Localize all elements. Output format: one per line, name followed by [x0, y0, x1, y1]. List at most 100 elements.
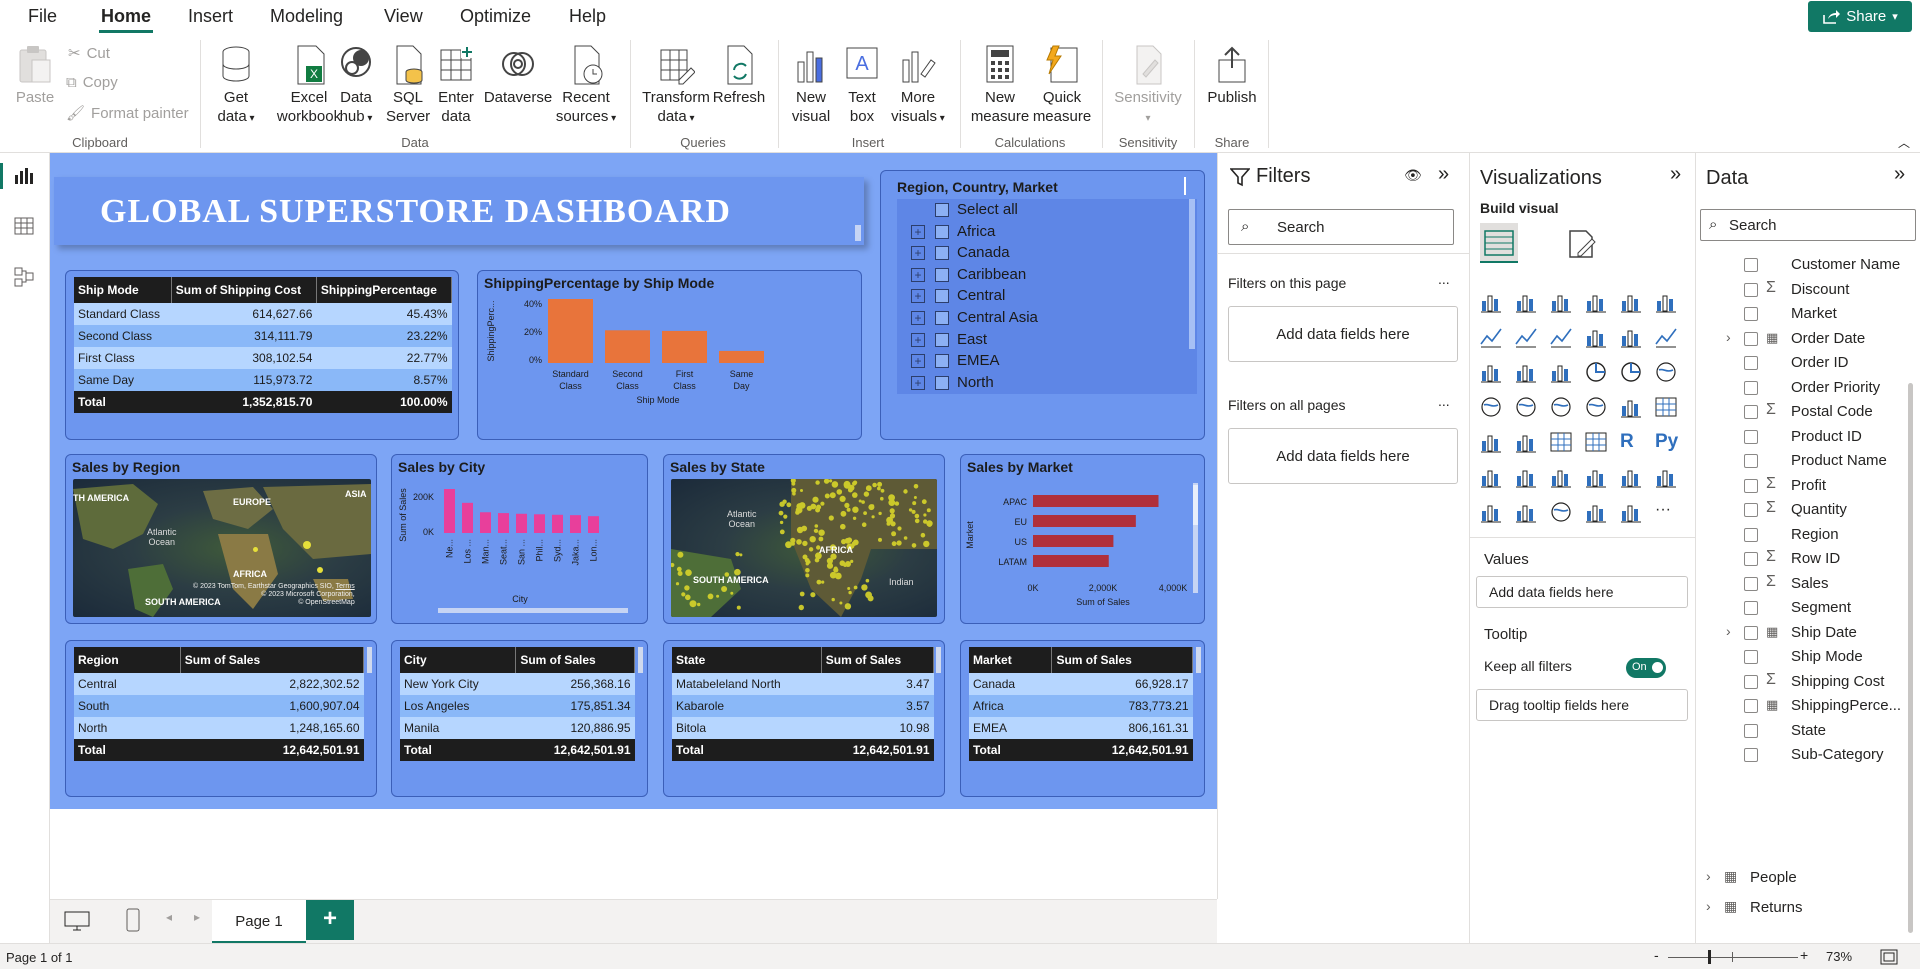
map-bubble[interactable] [850, 559, 854, 563]
map-bubble[interactable] [828, 515, 834, 521]
bar[interactable] [588, 516, 599, 533]
map-bubble[interactable] [889, 508, 895, 514]
map-bubble[interactable] [858, 499, 862, 503]
map-bubble[interactable] [840, 523, 846, 530]
more-visuals-button[interactable]: More visuals ▾ [888, 44, 948, 128]
ellipsis-icon[interactable]: ··· [1655, 501, 1679, 525]
map-bubble[interactable] [707, 593, 714, 600]
map-bubble[interactable] [736, 605, 741, 610]
map-bubble[interactable] [877, 481, 883, 487]
column-header[interactable]: ShippingPercentage [316, 277, 453, 303]
clustered-bar-icon[interactable] [1550, 291, 1574, 315]
stacked-area-icon[interactable] [1550, 326, 1574, 350]
map-bubble[interactable] [808, 547, 814, 552]
map-bubble[interactable] [846, 507, 851, 512]
map-bubble[interactable] [880, 488, 885, 493]
map-bubble[interactable] [816, 579, 822, 585]
sales-by-region-map[interactable]: Sales by Region TH AMERICA EUROPE ASIA A… [65, 454, 377, 624]
sales-by-market-chart[interactable]: Sales by Market Market APAC EU US LATAM 0K 2,0… [960, 454, 1205, 624]
add-page-button[interactable]: + [306, 900, 354, 940]
checkbox[interactable] [1744, 454, 1758, 468]
scrollbar[interactable] [1908, 383, 1913, 933]
more-options-icon[interactable]: ... [1438, 393, 1450, 409]
field-item[interactable]: Sub-Category [1696, 740, 1906, 770]
map-bubble[interactable] [863, 511, 867, 515]
map-bubble[interactable] [800, 489, 803, 492]
table-item[interactable]: › ▦ People [1696, 863, 1906, 893]
clustered-column-icon[interactable] [1585, 291, 1609, 315]
region-slicer[interactable]: Region, Country, Market Select all + Afric… [880, 170, 1205, 440]
map-bubble[interactable] [812, 504, 817, 508]
map-bubble[interactable] [891, 531, 897, 537]
map-bubble[interactable] [253, 547, 258, 552]
column-header[interactable]: State [672, 647, 822, 673]
map-bubble[interactable] [826, 562, 834, 569]
map-bubble[interactable] [805, 568, 810, 573]
column-header[interactable]: Market [969, 647, 1053, 673]
card-new-icon[interactable] [1480, 501, 1504, 525]
map-bubble[interactable] [820, 501, 825, 506]
map-bubble[interactable] [896, 540, 902, 546]
map-bubble[interactable] [923, 513, 927, 517]
zoom-out-button[interactable]: - [1654, 947, 1659, 963]
map-bubble[interactable] [911, 509, 916, 514]
checkbox[interactable] [1744, 674, 1758, 689]
filled-map-icon[interactable] [1515, 396, 1539, 420]
collapse-ribbon-icon[interactable]: ︿ [1898, 134, 1910, 151]
title-banner[interactable]: GLOBAL SUPERSTORE DASHBOARD [54, 177, 864, 245]
table-row[interactable]: EMEA 806,161.31 [969, 717, 1193, 739]
map-bubble[interactable] [783, 514, 788, 519]
map-bubble[interactable] [677, 571, 683, 576]
fields-tab[interactable] [1480, 223, 1518, 263]
expand-icon[interactable]: + [911, 332, 925, 347]
map-bubble[interactable] [878, 511, 882, 516]
bar[interactable] [552, 514, 563, 533]
bar[interactable] [498, 513, 509, 533]
format-painter-button[interactable]: 🖌 Format painter [66, 104, 189, 123]
map-bubble[interactable] [735, 552, 740, 557]
100-column-icon[interactable] [1655, 291, 1679, 315]
table-icon[interactable] [1550, 431, 1574, 455]
map-bubble[interactable] [913, 496, 917, 499]
map-bubble[interactable] [852, 506, 859, 513]
column-header[interactable]: Sum of Sales [1051, 647, 1193, 673]
card-icon[interactable] [1620, 396, 1644, 420]
gauge-icon[interactable] [1585, 396, 1609, 420]
stacked-bar-icon[interactable] [1480, 291, 1504, 315]
page-filter-drop-zone[interactable]: Add data fields here [1228, 306, 1458, 362]
menu-help[interactable]: Help [569, 6, 606, 27]
table-row[interactable]: First Class 308,102.54 22.77% [74, 347, 452, 369]
bar[interactable] [1033, 515, 1136, 527]
checkbox[interactable] [1744, 503, 1758, 517]
key-influencers-icon[interactable] [1480, 466, 1504, 490]
data-search-input[interactable]: ⌕ Search [1700, 209, 1916, 241]
column-header[interactable]: City [400, 647, 517, 673]
map-bubble[interactable] [818, 536, 824, 542]
table-row[interactable]: Africa 783,773.21 [969, 695, 1193, 717]
line-column-icon[interactable] [1585, 326, 1609, 350]
world-map[interactable]: Atlantic Ocean AFRICA SOUTH AMERICA India… [671, 479, 937, 617]
refresh-button[interactable]: Refresh [712, 44, 766, 107]
cut-button[interactable]: ✂ Cut [68, 44, 110, 63]
map-bubble[interactable] [798, 502, 806, 509]
line-chart-icon[interactable] [1480, 326, 1504, 350]
map-bubble[interactable] [675, 582, 680, 586]
map-bubble[interactable] [861, 522, 867, 527]
map-bubble[interactable] [802, 554, 808, 560]
map-bubble[interactable] [880, 496, 884, 501]
qa-icon[interactable] [1550, 466, 1574, 490]
map-bubble[interactable] [812, 496, 819, 503]
bar[interactable] [1033, 535, 1114, 547]
map-bubble[interactable] [861, 500, 865, 504]
sales-by-state-map[interactable]: Sales by State Atlantic Ocean AFRICA SOUT… [663, 454, 945, 624]
r-visual-icon[interactable]: R [1620, 431, 1644, 455]
treemap-icon[interactable] [1655, 361, 1679, 385]
map-bubble[interactable] [847, 587, 851, 590]
sales-by-city-chart[interactable]: Sales by City 200K 0K Sum of Sales Ne... Los… [391, 454, 648, 624]
map-bubble[interactable] [911, 543, 917, 548]
map-bubble[interactable] [829, 492, 836, 499]
bar[interactable] [605, 330, 650, 363]
python-visual-icon[interactable]: Py [1655, 431, 1679, 455]
map-bubble[interactable] [685, 594, 691, 601]
map-bubble[interactable] [716, 594, 720, 598]
